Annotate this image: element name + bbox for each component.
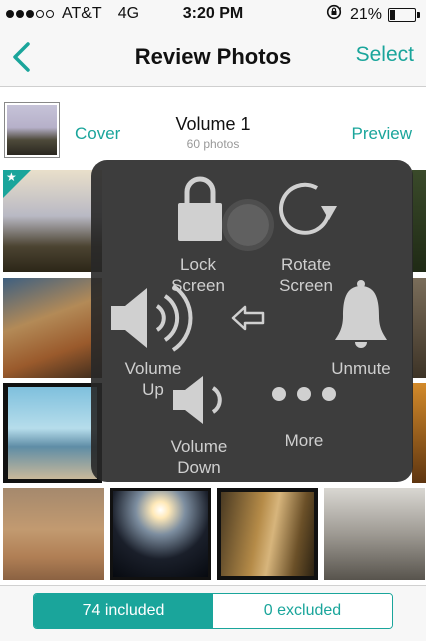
- bottom-toolbar: 74 included 0 excluded: [0, 585, 426, 641]
- assistive-touch-menu: Lock Screen Rotate Screen Volume Up Unmu…: [91, 160, 413, 482]
- status-bar: AT&T 4G 3:20 PM 21%: [0, 0, 426, 28]
- bell-icon: [335, 280, 387, 348]
- photo-tile[interactable]: [217, 488, 318, 580]
- navigation-bar: Review Photos Select: [0, 28, 426, 87]
- more-button[interactable]: More: [263, 380, 345, 460]
- volume-header: Cover Volume 1 60 photos Preview: [0, 87, 426, 167]
- included-segment[interactable]: 74 included: [34, 594, 213, 628]
- preview-button[interactable]: Preview: [352, 124, 412, 144]
- include-exclude-segmented-control: 74 included 0 excluded: [33, 593, 393, 629]
- photo-tile[interactable]: [412, 278, 426, 378]
- speaker-quiet-icon: [173, 376, 222, 424]
- photo-tile[interactable]: ★: [3, 170, 102, 272]
- unmute-button[interactable]: Unmute: [319, 278, 403, 388]
- more-label: More: [284, 431, 324, 450]
- status-right: 21%: [326, 4, 420, 25]
- unmute-label: Unmute: [331, 359, 391, 378]
- excluded-segment[interactable]: 0 excluded: [213, 594, 392, 628]
- photo-tile[interactable]: [3, 383, 102, 483]
- back-arrow-button[interactable]: [229, 304, 269, 332]
- photo-tile[interactable]: [110, 488, 211, 580]
- rotate-icon: [279, 182, 337, 235]
- photo-tile[interactable]: [324, 488, 425, 580]
- photo-tile[interactable]: [412, 383, 426, 483]
- volume-down-label: Volume Down: [170, 437, 228, 477]
- star-icon: ★: [6, 170, 17, 184]
- select-button[interactable]: Select: [356, 43, 414, 67]
- photo-tile[interactable]: [3, 488, 104, 580]
- volume-down-button[interactable]: Volume Down: [153, 372, 245, 482]
- arrow-left-icon: [231, 305, 265, 331]
- photo-tile[interactable]: [3, 278, 102, 378]
- photo-tile[interactable]: [412, 170, 426, 272]
- more-dots-icon: [272, 387, 336, 401]
- battery-icon: [388, 7, 420, 22]
- speaker-loud-icon: [111, 284, 193, 352]
- lock-icon: [178, 176, 222, 241]
- rotation-lock-icon: [326, 4, 342, 25]
- battery-percent: 21%: [349, 5, 382, 23]
